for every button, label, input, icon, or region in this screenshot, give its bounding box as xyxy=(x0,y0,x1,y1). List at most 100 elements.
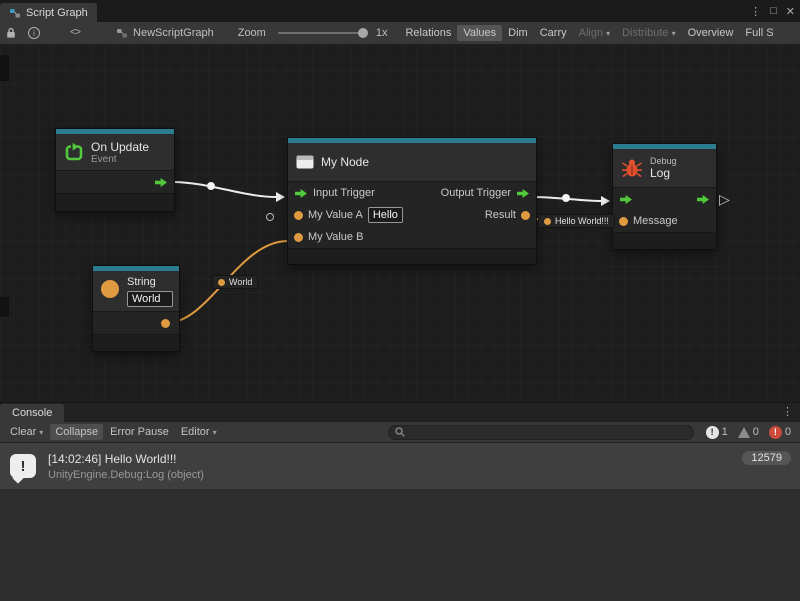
bug-icon xyxy=(621,158,643,178)
tab-label: Script Graph xyxy=(26,7,88,19)
info-log-bubble-icon: ! xyxy=(10,454,36,478)
relations-button[interactable]: Relations xyxy=(399,25,457,41)
close-icon[interactable]: ✕ xyxy=(786,5,795,18)
kebab-menu-icon[interactable]: ⋮ xyxy=(782,405,793,418)
flow-input-port[interactable] xyxy=(619,194,633,205)
align-dropdown[interactable]: Align▾ xyxy=(573,25,616,41)
info-icon[interactable]: i xyxy=(28,27,40,39)
node-header[interactable]: My Node xyxy=(288,143,536,181)
collapse-count-badge: 12579 xyxy=(742,451,791,465)
node-footer xyxy=(613,232,716,249)
port-label: Message xyxy=(633,215,678,227)
tab-script-graph[interactable]: Script Graph xyxy=(0,3,97,22)
zoom-slider[interactable] xyxy=(278,32,366,34)
zoom-slider-handle[interactable] xyxy=(358,28,368,38)
node-debug-log[interactable]: Debug Log Message xyxy=(612,143,717,250)
zoom-label: Zoom xyxy=(238,27,266,39)
graph-asset-icon xyxy=(116,27,128,39)
node-ports xyxy=(93,311,179,334)
value-dot-icon xyxy=(544,218,551,225)
node-title: My Node xyxy=(321,155,369,169)
node-footer xyxy=(93,334,179,351)
node-footer xyxy=(56,193,174,211)
distribute-dropdown[interactable]: Distribute▾ xyxy=(616,25,681,41)
editor-dropdown[interactable]: Editor ▾ xyxy=(176,424,222,440)
node-ports xyxy=(56,170,174,193)
info-count-toggle[interactable]: ! 1 xyxy=(702,426,732,439)
node-my-node[interactable]: My Node Input Trigger Output Trigger My … xyxy=(287,137,537,265)
graph-canvas[interactable]: On Update Event My Node Input Trigger xyxy=(0,45,800,402)
wire-onupdate-to-mynode[interactable] xyxy=(172,182,277,197)
chevron-down-icon[interactable]: ▾ xyxy=(39,428,43,437)
value-input-port[interactable] xyxy=(619,217,628,226)
node-string[interactable]: String World xyxy=(92,265,180,352)
log-message: [14:02:46] Hello World!!! xyxy=(48,452,204,466)
port-row: My Value A Hello Result xyxy=(288,204,536,226)
unconnected-port-indicator[interactable] xyxy=(266,213,274,221)
carry-button[interactable]: Carry xyxy=(534,25,573,41)
port-row xyxy=(613,188,716,210)
value-output-port[interactable] xyxy=(161,319,170,328)
port-row: Message xyxy=(613,210,716,232)
port-label: My Value A xyxy=(308,209,363,221)
error-pause-toggle[interactable]: Error Pause xyxy=(105,424,174,440)
log-stacktrace: UnityEngine.Debug:Log (object) xyxy=(48,469,204,481)
overview-button[interactable]: Overview xyxy=(682,25,740,41)
code-icon[interactable]: <> xyxy=(70,28,80,39)
node-header[interactable]: Debug Log xyxy=(613,149,716,187)
console-toolbar: Clear ▾ Collapse Error Pause Editor ▾ ! … xyxy=(0,422,800,443)
wire-arrowhead-icon xyxy=(276,192,285,202)
string-value-field[interactable]: World xyxy=(127,291,173,307)
string-literal-icon xyxy=(101,280,119,298)
port-row xyxy=(93,312,179,334)
error-count-toggle[interactable]: ! 0 xyxy=(765,426,795,439)
window-controls: ⋮ □ ✕ xyxy=(750,0,795,22)
value-output-port[interactable] xyxy=(521,211,530,220)
node-on-update[interactable]: On Update Event xyxy=(55,128,175,212)
node-title: On Update xyxy=(91,140,149,154)
kebab-menu-icon[interactable]: ⋮ xyxy=(750,5,761,18)
tab-console[interactable]: Console xyxy=(0,404,64,422)
port-label: My Value B xyxy=(308,231,363,243)
node-ports: Input Trigger Output Trigger My Value A … xyxy=(288,181,536,248)
node-subtitle: Event xyxy=(91,154,149,165)
collapse-toggle[interactable]: Collapse xyxy=(50,424,103,440)
value-a-field[interactable]: Hello xyxy=(368,207,403,223)
unit-icon xyxy=(296,155,314,169)
flow-input-port[interactable] xyxy=(294,188,308,199)
console-search-input[interactable] xyxy=(409,426,687,438)
fullscreen-button[interactable]: Full S xyxy=(739,25,779,41)
event-loop-icon xyxy=(64,142,84,162)
value-input-port[interactable] xyxy=(294,211,303,220)
flow-output-port[interactable] xyxy=(154,177,168,188)
warning-icon xyxy=(738,427,750,438)
warning-count-toggle[interactable]: 0 xyxy=(734,426,763,438)
script-graph-icon xyxy=(9,7,21,19)
info-log-icon: ! xyxy=(706,426,719,439)
graph-toolbar: i <> NewScriptGraph Zoom 1x Relations Va… xyxy=(0,22,800,45)
dim-button[interactable]: Dim xyxy=(502,25,534,41)
graph-window-tabbar: Script Graph ⋮ □ ✕ xyxy=(0,0,800,22)
node-header[interactable]: String World xyxy=(93,271,179,311)
node-footer xyxy=(288,248,536,264)
error-icon: ! xyxy=(769,426,782,439)
flow-output-port[interactable] xyxy=(696,194,710,205)
port-label: Result xyxy=(485,209,516,221)
flow-output-port[interactable] xyxy=(516,188,530,199)
port-label: Input Trigger xyxy=(313,187,375,199)
port-preview-arrow-icon: ▷ xyxy=(719,191,730,208)
graph-asset-button[interactable]: NewScriptGraph xyxy=(116,27,214,39)
node-title: Log xyxy=(650,166,677,180)
console-search-box[interactable] xyxy=(388,425,694,440)
wire-arrowhead-icon-2 xyxy=(601,196,610,206)
port-row: My Value B xyxy=(288,226,536,248)
console-log-list[interactable]: ! [14:02:46] Hello World!!! UnityEngine.… xyxy=(0,443,800,601)
value-input-port[interactable] xyxy=(294,233,303,242)
lock-icon[interactable] xyxy=(6,27,16,39)
values-button[interactable]: Values xyxy=(457,25,502,41)
node-header[interactable]: On Update Event xyxy=(56,134,174,170)
maximize-icon[interactable]: □ xyxy=(770,5,777,17)
clear-button[interactable]: Clear ▾ xyxy=(5,424,48,440)
console-log-entry[interactable]: ! [14:02:46] Hello World!!! UnityEngine.… xyxy=(0,443,800,490)
zoom-value: 1x xyxy=(376,27,388,39)
